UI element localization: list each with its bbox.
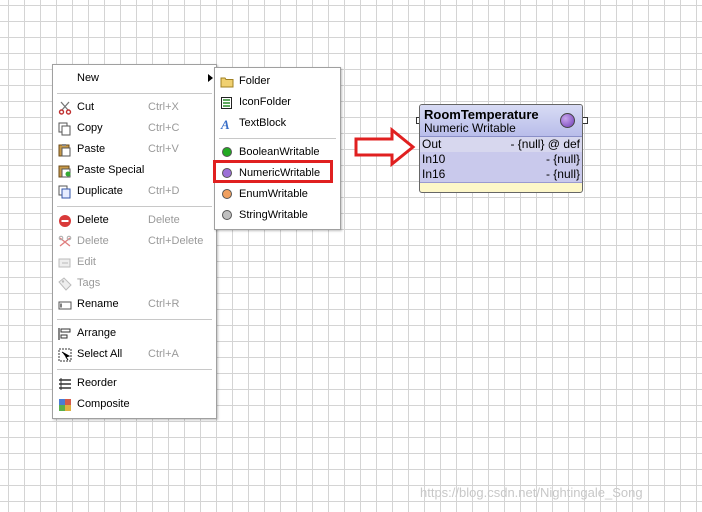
node-subtitle: Numeric Writable (424, 121, 516, 135)
gray-circle-icon (222, 210, 232, 220)
composite-icon (59, 399, 71, 411)
submenu-item-folder[interactable]: Folder (215, 71, 340, 92)
menu-item-composite[interactable]: Composite (53, 394, 216, 415)
icon-folder-icon (221, 97, 232, 109)
menu-separator (57, 319, 212, 320)
delete-icon (59, 215, 71, 227)
numeric-writable-node[interactable]: RoomTemperature Numeric Writable Out - {… (419, 104, 583, 193)
slot-out[interactable]: Out - {null} @ def (420, 137, 582, 153)
watermark: https://blog.csdn.net/Nightingale_Song (420, 485, 643, 500)
menu-item-paste-special[interactable]: Paste Special (53, 160, 216, 181)
node-header: RoomTemperature Numeric Writable (420, 105, 582, 137)
menu-item-reorder[interactable]: Reorder (53, 373, 216, 394)
scissors-icon (58, 101, 72, 115)
menu-item-delete-links: Delete Ctrl+Delete (53, 231, 216, 252)
edit-icon (58, 258, 71, 268)
text-block-icon: A (220, 117, 230, 131)
duplicate-icon (58, 185, 71, 199)
highlight-box (213, 160, 333, 183)
submenu-item-icon-folder[interactable]: IconFolder (215, 92, 340, 113)
menu-separator (219, 138, 336, 139)
menu-item-delete[interactable]: Delete Delete (53, 210, 216, 231)
tags-icon (58, 277, 72, 291)
menu-separator (57, 369, 212, 370)
menu-separator (57, 206, 212, 207)
reorder-icon (59, 378, 71, 390)
paste-icon (58, 144, 71, 157)
menu-item-new[interactable]: New (53, 68, 216, 89)
node-title: RoomTemperature (424, 107, 539, 122)
rename-icon (58, 301, 72, 310)
paste-special-icon (58, 165, 71, 178)
menu-item-copy[interactable]: Copy Ctrl+C (53, 118, 216, 139)
submenu-arrow-icon (208, 74, 213, 82)
purple-circle-icon (560, 113, 575, 128)
delete-links-icon (58, 235, 72, 247)
submenu-item-text-block[interactable]: A TextBlock (215, 113, 340, 134)
new-submenu: Folder IconFolder A TextBlock BooleanWri… (214, 67, 341, 230)
svg-text:A: A (220, 117, 230, 131)
menu-item-select-all[interactable]: Select All Ctrl+A (53, 344, 216, 365)
folder-icon (220, 77, 234, 88)
menu-item-paste[interactable]: Paste Ctrl+V (53, 139, 216, 160)
green-circle-icon (222, 147, 232, 157)
orange-circle-icon (222, 189, 232, 199)
submenu-item-string-writable[interactable]: StringWritable (215, 205, 340, 226)
context-menu: New Cut Ctrl+X Copy Ctrl+C Paste Ctrl+V … (52, 64, 217, 419)
select-all-icon (58, 348, 72, 362)
menu-item-cut[interactable]: Cut Ctrl+X (53, 97, 216, 118)
menu-item-edit: Edit (53, 252, 216, 273)
menu-item-arrange[interactable]: Arrange (53, 323, 216, 344)
menu-item-rename[interactable]: Rename Ctrl+R (53, 294, 216, 315)
menu-separator (57, 93, 212, 94)
menu-item-duplicate[interactable]: Duplicate Ctrl+D (53, 181, 216, 202)
submenu-item-enum-writable[interactable]: EnumWritable (215, 184, 340, 205)
menu-item-tags: Tags (53, 273, 216, 294)
slot-in16[interactable]: In16 - {null} (420, 167, 582, 183)
slot-in10[interactable]: In10 - {null} (420, 152, 582, 168)
red-arrow-icon (354, 127, 416, 167)
copy-icon (58, 122, 71, 136)
arrange-icon (58, 328, 71, 340)
